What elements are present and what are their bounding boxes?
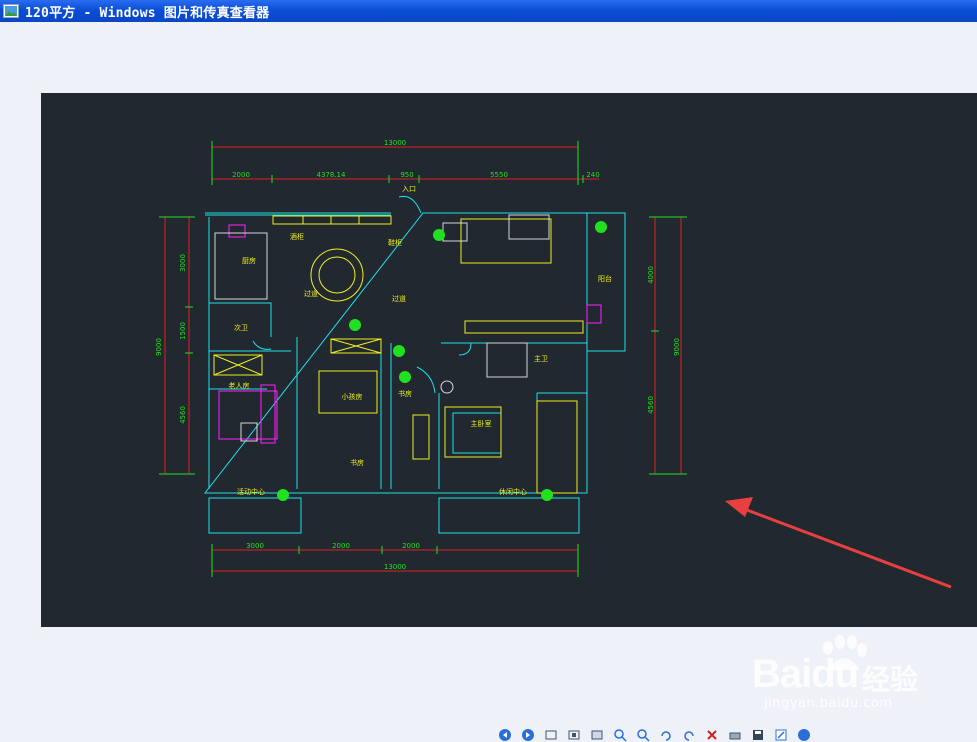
baidu-watermark: Baidu 经验 jingyan.baidu.com bbox=[744, 626, 944, 716]
best-fit-icon[interactable] bbox=[542, 728, 560, 742]
label-leisure-center: 休闲中心 bbox=[499, 487, 527, 496]
label-entrance: 入口 bbox=[402, 185, 416, 193]
slideshow-icon[interactable] bbox=[588, 728, 606, 742]
floor-plan-image: 13000 2000 4378.14 950 5550 240 3000 200… bbox=[41, 93, 977, 627]
dim-bottom-total: 13000 bbox=[384, 563, 406, 571]
dim-left-total: 9000 bbox=[155, 338, 163, 356]
watermark-url: jingyan.baidu.com bbox=[764, 696, 893, 711]
dim-top-seg3: 950 bbox=[400, 171, 413, 179]
watermark-cn: 经验 bbox=[862, 663, 919, 696]
help-icon[interactable] bbox=[795, 728, 813, 742]
dim-top-seg1: 2000 bbox=[232, 171, 250, 179]
next-icon[interactable] bbox=[519, 728, 537, 742]
dim-left-seg1: 3000 bbox=[179, 254, 187, 272]
image-viewport[interactable]: 13000 2000 4378.14 950 5550 240 3000 200… bbox=[0, 22, 977, 742]
title-bar: 120平方 - Windows 图片和传真查看器 bbox=[0, 0, 977, 22]
actual-size-icon[interactable] bbox=[565, 728, 583, 742]
dim-top-seg4: 5550 bbox=[490, 171, 508, 179]
label-shoe-cabinet: 鞋柜 bbox=[388, 238, 402, 247]
label-balcony: 阳台 bbox=[598, 274, 612, 283]
label-study-2: 书房 bbox=[350, 458, 364, 467]
edit-icon[interactable] bbox=[772, 728, 790, 742]
save-icon[interactable] bbox=[749, 728, 767, 742]
delete-icon[interactable] bbox=[703, 728, 721, 742]
previous-icon[interactable] bbox=[496, 728, 514, 742]
watermark-brand: Baidu bbox=[752, 652, 859, 696]
dim-left-seg2: 1500 bbox=[179, 322, 187, 340]
label-kitchen: 厨房 bbox=[242, 256, 256, 265]
dim-bottom-seg3: 2000 bbox=[402, 542, 420, 550]
label-second-bath: 次卫 bbox=[234, 323, 248, 332]
label-elder-room: 老人房 bbox=[229, 381, 250, 390]
dim-top-seg2: 4378.14 bbox=[317, 171, 346, 179]
label-aisle-1: 过道 bbox=[304, 289, 318, 298]
dim-top-total: 13000 bbox=[384, 139, 406, 147]
dim-bottom-seg2: 2000 bbox=[332, 542, 350, 550]
floor-plan-drawing: 13000 2000 4378.14 950 5550 240 3000 200… bbox=[155, 139, 952, 589]
dim-left-seg3: 4560 bbox=[179, 406, 187, 424]
picture-viewer-icon bbox=[3, 4, 19, 18]
window-title: 120平方 - Windows 图片和传真查看器 bbox=[25, 5, 270, 21]
viewer-toolbar bbox=[496, 728, 813, 742]
label-kids-room: 小孩房 bbox=[342, 392, 363, 401]
dim-right-seg2: 4560 bbox=[647, 396, 655, 414]
dim-bottom-seg1: 3000 bbox=[246, 542, 264, 550]
dim-right-seg1: 4000 bbox=[647, 266, 655, 284]
print-icon[interactable] bbox=[726, 728, 744, 742]
label-aisle-2: 过道 bbox=[392, 294, 406, 303]
label-study-1: 书房 bbox=[398, 389, 412, 398]
label-master-bed: 主卧室 bbox=[471, 419, 492, 428]
rotate-clockwise-icon[interactable] bbox=[657, 728, 675, 742]
dim-right-total: 9000 bbox=[673, 338, 681, 356]
label-activity-center: 活动中心 bbox=[237, 487, 265, 496]
rotate-counterclockwise-icon[interactable] bbox=[680, 728, 698, 742]
zoom-in-icon[interactable] bbox=[611, 728, 629, 742]
zoom-out-icon[interactable] bbox=[634, 728, 652, 742]
dim-top-seg5: 240 bbox=[586, 171, 599, 179]
label-cabinet: 酒柜 bbox=[290, 232, 304, 241]
label-master-bath: 主卫 bbox=[534, 354, 548, 363]
